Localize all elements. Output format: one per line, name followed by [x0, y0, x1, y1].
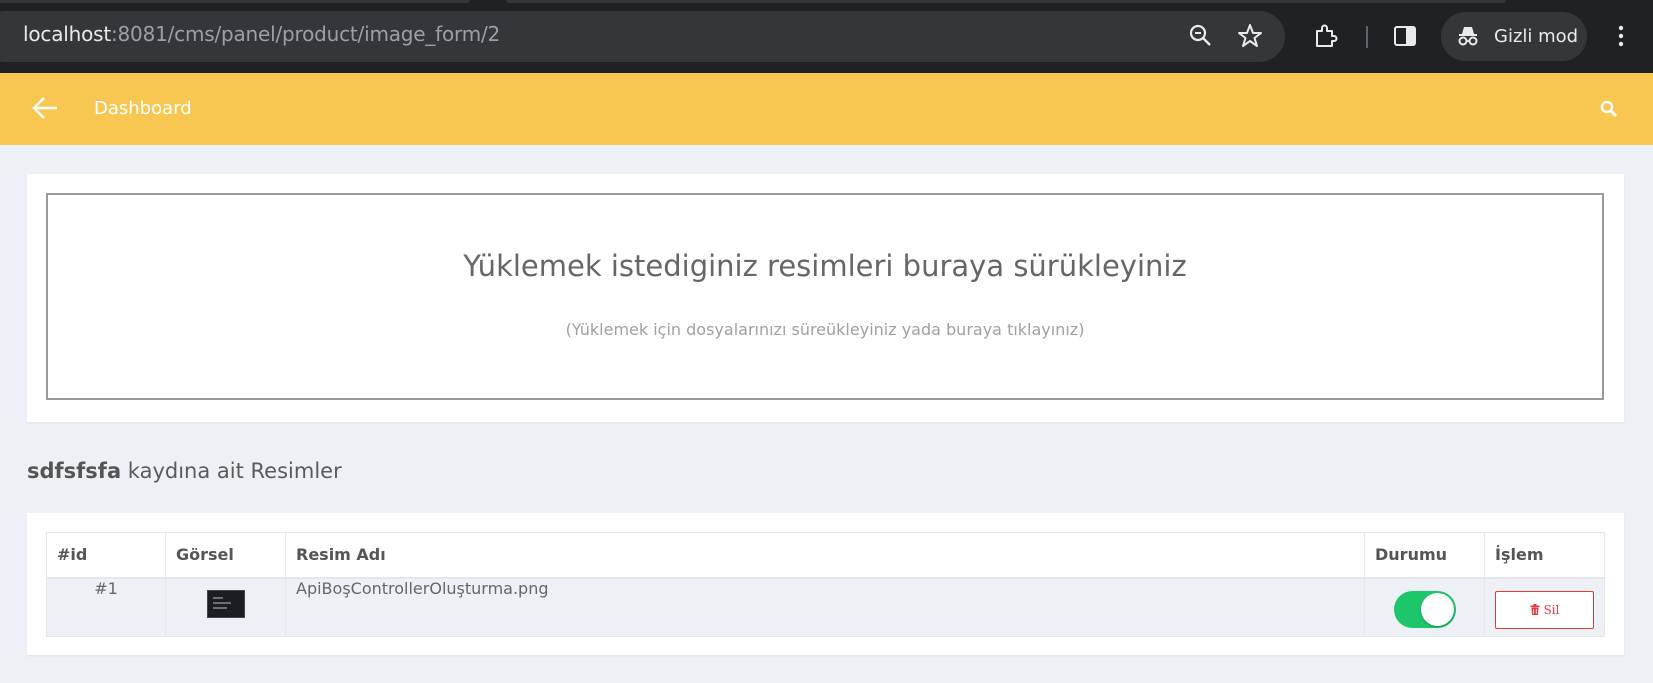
zoom-icon[interactable]: [1188, 23, 1214, 49]
row-image-name: ApiBoşControllerOluşturma.png: [285, 577, 1365, 637]
extensions-puzzle-icon[interactable]: [1313, 23, 1339, 49]
header-title[interactable]: Dashboard: [94, 98, 192, 119]
bookmark-star-icon[interactable]: [1237, 23, 1263, 49]
dropzone-title: Yüklemek istediginiz resimleri buraya sü…: [463, 249, 1187, 283]
side-panel-icon[interactable]: [1392, 23, 1418, 49]
row-thumbnail-cell: [165, 577, 286, 637]
column-header-image-name: Resim Adı: [285, 532, 1365, 579]
status-toggle[interactable]: [1393, 590, 1456, 628]
table-row: #1 ApiBoşControllerOluşturma.png Sil: [46, 577, 1605, 637]
toggle-knob: [1420, 592, 1454, 626]
url-path: :8081/cms/panel/product/image_form/2: [110, 22, 501, 46]
row-id: #1: [46, 577, 166, 637]
trash-icon: [1530, 603, 1540, 615]
toolbar-divider: [1366, 26, 1368, 48]
app-header: Dashboard: [0, 73, 1653, 145]
image-thumbnail[interactable]: [206, 589, 245, 618]
search-icon[interactable]: [1600, 100, 1618, 118]
browser-toolbar: localhost:8081/cms/panel/product/image_f…: [0, 0, 1653, 73]
delete-button[interactable]: Sil: [1495, 590, 1594, 629]
address-bar-url[interactable]: localhost:8081/cms/panel/product/image_f…: [23, 22, 500, 46]
images-table: #id Görsel Resim Adı Durumu İşlem #1 Api…: [46, 532, 1605, 637]
column-header-status: Durumu: [1364, 532, 1485, 579]
image-dropzone[interactable]: Yüklemek istediginiz resimleri buraya sü…: [46, 193, 1604, 400]
delete-button-label: Sil: [1543, 602, 1560, 617]
row-action-cell: Sil: [1484, 577, 1605, 637]
url-host: localhost: [23, 22, 111, 46]
heading-suffix: kaydına ait Resimler: [121, 459, 342, 483]
column-header-action: İşlem: [1484, 532, 1605, 579]
record-name: sdfsfsfa: [27, 459, 122, 483]
dropzone-subtitle: (Yüklemek için dosyalarınızı süreükleyin…: [565, 320, 1085, 339]
column-header-image: Görsel: [165, 532, 286, 579]
incognito-label: Gizli mod: [1494, 26, 1579, 47]
images-section-heading: sdfsfsfa kaydına ait Resimler: [27, 459, 342, 483]
table-header-row: #id Görsel Resim Adı Durumu İşlem: [46, 532, 1605, 579]
row-status-cell: [1364, 577, 1485, 637]
column-header-id: #id: [46, 532, 166, 579]
incognito-icon: [1458, 27, 1478, 46]
browser-menu-icon[interactable]: [1608, 23, 1634, 49]
tab-strip: [0, 0, 1653, 3]
back-arrow-icon[interactable]: [31, 94, 59, 122]
